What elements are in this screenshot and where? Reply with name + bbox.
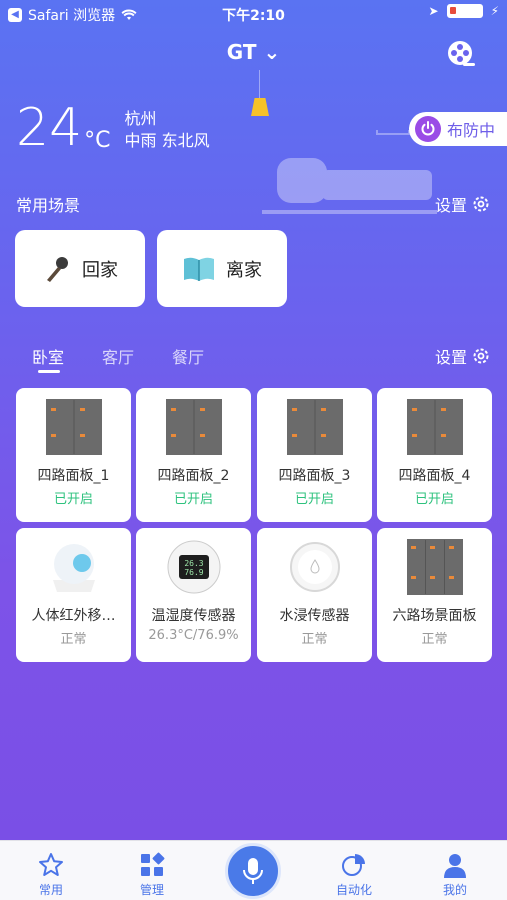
arm-button[interactable]: 布防中 [409,112,507,146]
tab-label: 管理 [139,883,164,897]
device-status: 已开启 [173,492,213,507]
scene-card-home[interactable]: 回家 [15,230,145,307]
device-card[interactable]: 水浸传感器 正常 [257,528,372,662]
device-card[interactable]: 六路场景面板 正常 [377,528,492,662]
svg-text:26.3: 26.3 [184,559,203,568]
device-name: 四路面板_2 [157,468,230,484]
home-selector[interactable]: GT ⌄ [0,40,507,64]
weather-city: 杭州 [124,109,157,128]
open-book-icon [184,257,214,281]
charging-icon: ⚡ [490,4,499,18]
pie-chart-icon [342,854,365,876]
film-reel-icon[interactable] [445,38,477,70]
tab-dining-room[interactable]: 餐厅 [156,344,226,368]
tab-living-room[interactable]: 客厅 [86,344,156,368]
panel-icon [406,399,463,455]
battery-icon [446,4,483,18]
gear-icon [473,196,489,212]
tab-label: 常用 [38,883,63,897]
scenes-title: 常用场景 [16,196,81,215]
star-icon [39,853,63,876]
grid-icon [141,852,165,876]
room-settings-label: 设置 [434,348,467,367]
temperature-unit: °C [84,128,111,153]
water-sensor-icon [289,542,340,592]
scene-card-away[interactable]: 离家 [157,230,287,307]
tab-manage[interactable]: 管理 [122,851,182,898]
tab-label: 自动化 [335,883,372,897]
svg-text:76.9: 76.9 [184,568,203,577]
device-status: 正常 [301,632,328,647]
panel-icon [165,399,222,455]
device-status: 正常 [421,632,448,647]
device-card[interactable]: 四路面板_3 已开启 [257,388,372,522]
tab-mine[interactable]: 我的 [425,851,485,898]
tab-bedroom[interactable]: 卧室 [16,344,86,368]
panel-icon [286,399,343,455]
six-panel-icon [406,539,463,595]
arm-label: 布防中 [447,121,496,140]
device-status: 26.3°C/76.9% [148,628,239,643]
power-icon [415,116,441,142]
lamp-icon [251,98,269,116]
bedroom-illustration [262,130,437,214]
device-name: 水浸传感器 [279,608,350,624]
device-status: 已开启 [294,492,334,507]
panel-icon [45,399,102,455]
device-status: 已开启 [414,492,454,507]
device-name: 四路面板_3 [278,468,351,484]
motion-sensor-icon [52,544,95,592]
active-tab-indicator [38,370,60,373]
scenes-settings-button[interactable]: 设置 [435,192,491,216]
device-name: 温湿度传感器 [151,608,236,624]
tab-favorites[interactable]: 常用 [21,851,81,898]
device-name: 六路场景面板 [392,608,477,624]
weather-condition: 中雨 东北风 [124,131,210,150]
device-status: 正常 [60,632,87,647]
device-name: 人体红外移… [31,608,116,624]
voice-button[interactable] [225,843,281,899]
location-arrow-icon: ➤ [428,4,439,18]
weather-widget: 24 °C 杭州 中雨 东北风 [16,100,210,156]
device-card[interactable]: 人体红外移… 正常 [16,528,131,662]
temperature-value: 24 [16,98,83,158]
scenes-settings-label: 设置 [434,196,467,215]
person-icon [444,854,466,878]
lamp-cord [259,70,260,98]
device-name: 四路面板_1 [37,468,110,484]
microphone-icon [243,858,263,884]
scene-label-away: 离家 [226,259,262,281]
room-tabs: 卧室 客厅 餐厅 [16,344,226,368]
microphone-icon [47,256,68,282]
device-name: 四路面板_4 [398,468,471,484]
thermometer-display-icon: 26.376.9 [167,540,220,594]
tab-label: 我的 [442,883,467,897]
room-settings-button[interactable]: 设置 [435,344,491,368]
status-bar: ◀ Safari 浏览器 下午2:10 ➤ ⚡ [0,0,507,28]
device-card[interactable]: 26.3 76.9 温湿度传感器 26.3°C/76.9% [136,528,251,662]
device-status: 已开启 [53,492,93,507]
device-card[interactable]: 四路面板_2 已开启 [136,388,251,522]
gear-icon [473,348,489,364]
device-card[interactable]: 四路面板_1 已开启 [16,388,131,522]
scene-label-home: 回家 [82,259,118,281]
device-card[interactable]: 四路面板_4 已开启 [377,388,492,522]
home-screen: ◀ Safari 浏览器 下午2:10 ➤ ⚡ GT ⌄ 24 °C 杭州 中雨… [0,0,507,840]
tab-automation[interactable]: 自动化 [324,851,384,898]
